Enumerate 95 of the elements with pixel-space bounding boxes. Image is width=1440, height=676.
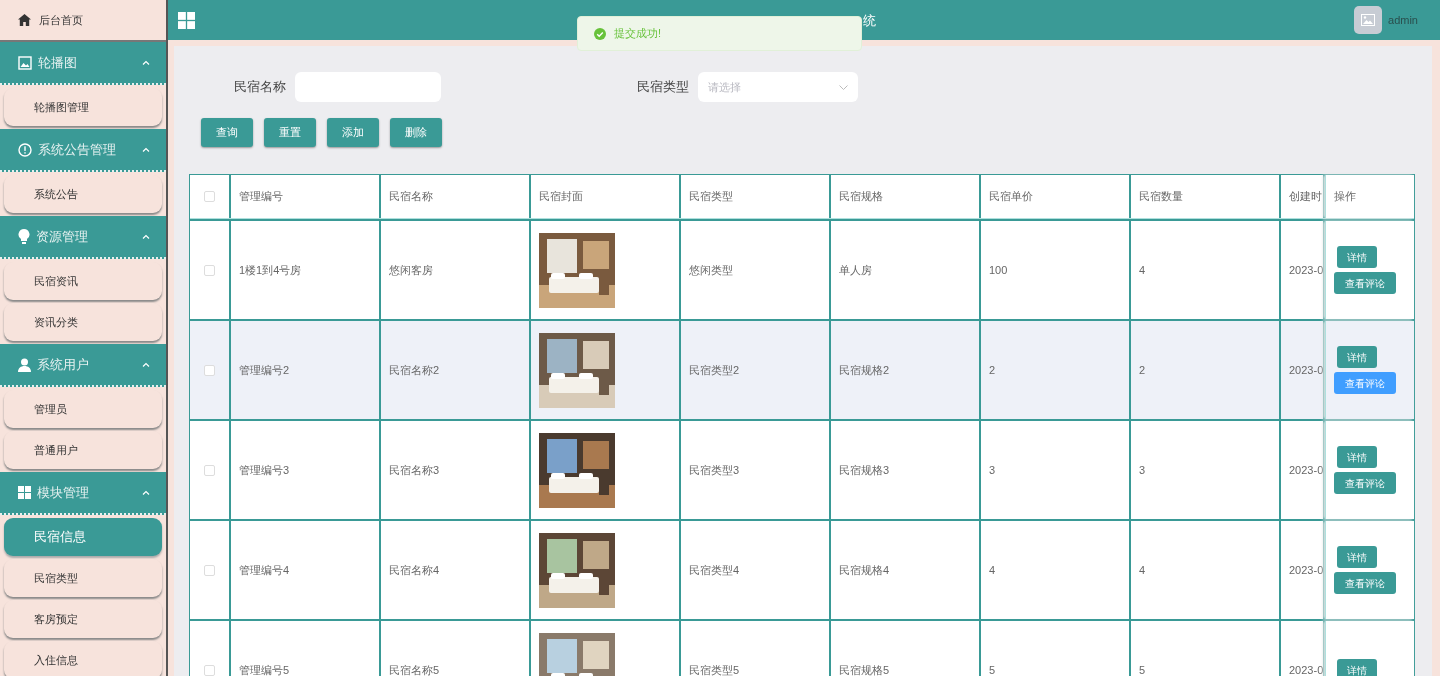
menu-item[interactable]: 普通用户 (4, 431, 162, 469)
menu-item[interactable]: 资讯分类 (4, 303, 162, 341)
avatar-image-icon (1354, 6, 1383, 34)
table-cell: 2023-0 (1289, 464, 1323, 476)
picture-icon (18, 55, 32, 70)
action-button[interactable]: 查看评论 (1334, 472, 1396, 494)
action-button[interactable]: 查看评论 (1334, 272, 1396, 294)
table-cell: 单人房 (839, 264, 872, 276)
action-button[interactable]: 详情 (1337, 446, 1377, 468)
table-cell: 民宿规格4 (839, 564, 890, 576)
table-cell: 管理编号5 (239, 664, 290, 676)
action-button[interactable]: 详情 (1337, 346, 1377, 368)
column-header: 创建时 (1289, 189, 1322, 205)
table-cell: 2023-0 (1289, 364, 1323, 376)
table-cell: 5 (989, 664, 996, 676)
action-button[interactable]: 查看评论 (1334, 572, 1396, 594)
menu-item[interactable]: 系统公告 (4, 175, 162, 213)
action-button[interactable]: 详情 (1337, 659, 1377, 676)
menu-group-header[interactable]: 系统公告管理 (0, 129, 166, 172)
table-cell: 民宿规格2 (839, 364, 890, 376)
table-cell: 1楼1到4号房 (239, 264, 302, 276)
checkbox[interactable] (204, 664, 215, 676)
checkbox[interactable] (204, 364, 215, 376)
menu-item[interactable]: 客房预定 (4, 600, 162, 638)
toast-message: 提交成功! (614, 26, 662, 42)
checkbox[interactable] (204, 191, 215, 202)
table-cell: 4 (989, 564, 996, 576)
table-cell: 2023-0 (1289, 664, 1323, 676)
table-cell: 民宿名称2 (389, 364, 440, 376)
action-button[interactable]: 删除 (390, 118, 442, 147)
action-button[interactable]: 查询 (201, 118, 253, 147)
checkbox[interactable] (204, 264, 215, 276)
column-header: 民宿类型 (689, 189, 733, 205)
menu-item[interactable]: 民宿资讯 (4, 262, 162, 300)
menu-group-header[interactable]: 轮播图 (0, 42, 166, 85)
menu-item[interactable]: 民宿信息 (4, 518, 162, 556)
info-icon (18, 142, 32, 157)
table-cell: 民宿名称5 (389, 664, 440, 676)
action-button[interactable]: 详情 (1337, 546, 1377, 568)
checkbox[interactable] (204, 464, 215, 476)
table-cell: 管理编号4 (239, 564, 290, 576)
table-cell: 5 (1139, 664, 1146, 676)
column-header: 操作 (1334, 189, 1356, 205)
column-header: 管理编号 (239, 189, 283, 205)
table-cell: 4 (1139, 264, 1146, 276)
action-button[interactable]: 详情 (1337, 246, 1377, 268)
home-link[interactable]: 后台首页 (39, 11, 83, 29)
column-header: 民宿数量 (1139, 189, 1183, 205)
table-cell: 2023-0 (1289, 264, 1323, 276)
column-header: 民宿封面 (539, 189, 583, 205)
page-title: 统 (863, 12, 876, 30)
user-name: admin (1388, 12, 1418, 28)
check-circle-icon (594, 27, 606, 40)
table-cell: 悠闲客房 (389, 264, 433, 276)
column-header: 民宿规格 (839, 189, 883, 205)
menu-group-header[interactable]: 系统用户 (0, 344, 166, 387)
table-cell: 悠闲类型 (689, 264, 733, 276)
menu-item[interactable]: 管理员 (4, 390, 162, 428)
table-cell: 民宿类型5 (689, 664, 740, 676)
table-cell: 100 (989, 264, 1008, 276)
table-cell: 民宿规格3 (839, 464, 890, 476)
checkbox[interactable] (204, 564, 215, 576)
menu-item[interactable]: 民宿类型 (4, 559, 162, 597)
user-icon (18, 357, 31, 372)
action-button[interactable]: 添加 (327, 118, 379, 147)
table-cell: 管理编号3 (239, 464, 290, 476)
table-cell: 管理编号2 (239, 364, 290, 376)
table-cell: 民宿类型3 (689, 464, 740, 476)
table-cell: 3 (1139, 464, 1146, 476)
column-header: 民宿单价 (989, 189, 1033, 205)
table-cell: 2 (1139, 364, 1146, 376)
column-header: 民宿名称 (389, 189, 433, 205)
table-cell: 2 (989, 364, 996, 376)
menu-item[interactable]: 轮播图管理 (4, 88, 162, 126)
table-cell: 2023-0 (1289, 564, 1323, 576)
action-button[interactable]: 查看评论 (1334, 372, 1396, 394)
table-cell: 4 (1139, 564, 1146, 576)
menu-group-header[interactable]: 模块管理 (0, 472, 166, 515)
select-field[interactable]: 请选择 (698, 72, 858, 102)
home-icon (18, 14, 31, 26)
table-cell: 3 (989, 464, 996, 476)
action-button[interactable]: 重置 (264, 118, 316, 147)
menu-group-header[interactable]: 资源管理 (0, 216, 166, 259)
table-cell: 民宿类型2 (689, 364, 740, 376)
menu-item[interactable]: 入住信息 (4, 641, 162, 676)
grid-icon (178, 11, 195, 29)
field-label: 民宿类型 (637, 78, 689, 97)
table-cell: 民宿规格5 (839, 664, 890, 676)
table-cell: 民宿类型4 (689, 564, 740, 576)
field-label: 民宿名称 (234, 78, 286, 97)
chevron-down-icon (839, 84, 848, 90)
grid-icon (18, 486, 31, 499)
table-cell: 民宿名称4 (389, 564, 440, 576)
table-cell: 民宿名称3 (389, 464, 440, 476)
bulb-icon (18, 229, 30, 244)
